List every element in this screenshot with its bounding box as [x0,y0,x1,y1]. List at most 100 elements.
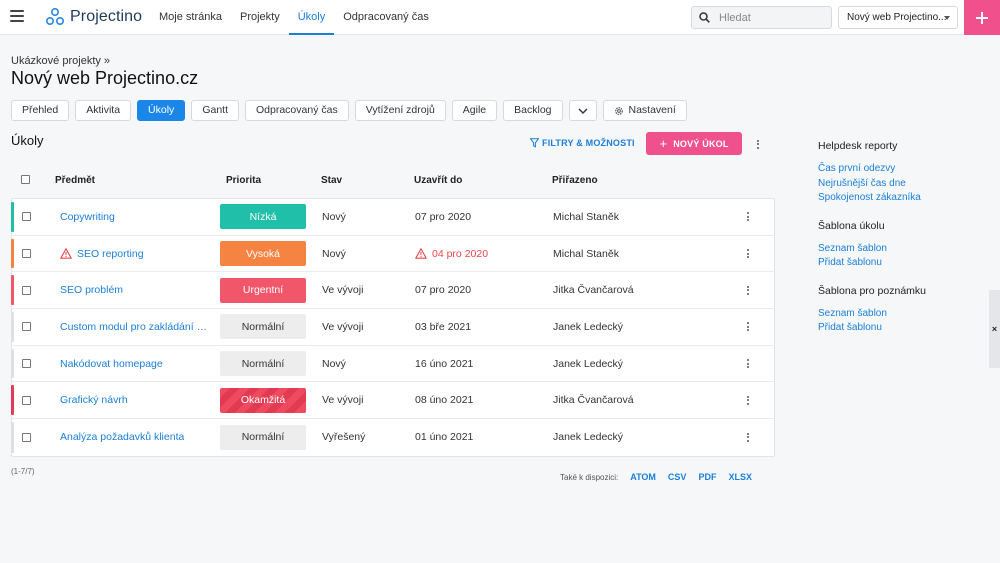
row-more-icon[interactable] [742,199,754,235]
task-link[interactable]: Copywriting [60,199,210,235]
row-checkbox[interactable] [22,272,31,308]
panel-link[interactable]: Přidat šablonu [818,321,978,336]
panel-link[interactable]: Přidat šablonu [818,256,978,271]
tab-7[interactable]: Backlog [503,100,563,121]
search-icon [699,12,710,23]
add-new-button[interactable] [964,0,1000,35]
task-state: Ve vývoji [322,284,364,297]
nav-item-2[interactable]: Úkoly [288,0,335,35]
column-state[interactable]: Stav [321,175,342,186]
task-subject[interactable]: SEO reporting [77,248,144,260]
task-link[interactable]: Nakódovat homepage [60,346,210,382]
panel-group-title: Šablona úkolu [818,219,885,232]
task-link[interactable]: Analýza požadavků klienta [60,419,210,456]
panel-link[interactable]: Spokojenost zákazníka [818,191,978,206]
tab-1[interactable]: Aktivita [75,100,132,121]
tab-5[interactable]: Vytížení zdrojů [354,100,446,121]
row-checkbox[interactable] [22,309,31,345]
row-more-icon[interactable] [742,236,754,272]
due-date-text: 07 pro 2020 [415,284,472,297]
priority-stripe [11,238,14,269]
priority-cell: Normální [220,419,306,456]
task-link[interactable]: Custom modul pro zakládání d... [60,309,210,345]
section-title: Úkoly [11,133,44,148]
task-link[interactable]: Grafický návrh [60,382,210,418]
panel-group-title: Šablona pro poznámku [818,284,926,297]
task-subject[interactable]: Custom modul pro zakládání d... [60,321,210,333]
task-subject[interactable]: Copywriting [60,211,115,223]
row-more-icon[interactable] [742,272,754,308]
export-csv-link[interactable]: CSV [668,472,687,482]
task-subject[interactable]: Nakódovat homepage [60,358,163,370]
tabs-more-button[interactable] [568,100,597,121]
settings-tab[interactable]: Nastavení [602,100,687,121]
task-link[interactable]: SEO problém [60,272,210,308]
chevron-down-icon [578,108,587,114]
priority-stripe [11,275,14,306]
assignee: Janek Ledecký [553,431,624,444]
tab-2[interactable]: Úkoly [137,100,186,121]
column-priority[interactable]: Priorita [226,175,261,186]
warning-icon [415,248,427,259]
assignee: Jitka Čvančarová [553,394,634,407]
row-checkbox[interactable] [22,236,31,272]
assignee: Michal Staněk [553,247,619,260]
row-more-icon[interactable] [742,346,754,382]
due-date-text: 16 úno 2021 [415,357,474,370]
priority-cell: Nízká [220,199,306,235]
panel-link[interactable]: Čas první odezvy [818,162,978,177]
priority-badge: Urgentní [220,277,306,303]
column-subject[interactable]: Předmět [55,175,95,186]
task-state: Nový [322,247,346,260]
column-due[interactable]: Uzavřít do [414,175,462,186]
task-subject[interactable]: SEO problém [60,284,123,296]
tab-4[interactable]: Odpracovaný čas [245,100,349,121]
table-row: Copywriting Nízká Nový 07 pro 2020 Michal St… [11,199,774,236]
task-subject[interactable]: Analýza požadavků klienta [60,431,184,443]
due-date-text: 08 úno 2021 [415,394,474,407]
select-all-checkbox[interactable] [21,175,30,187]
project-select[interactable]: Nový web Projectino... [838,6,958,29]
due-date: 08 úno 2021 [415,382,473,418]
logo[interactable]: Projectino [45,7,142,27]
due-date: 01 úno 2021 [415,419,473,456]
new-task-button[interactable]: + NOVÝ ÚKOL [646,132,742,155]
column-assignee[interactable]: Přiřazeno [552,175,598,186]
settings-label: Nastavení [628,104,676,116]
row-more-icon[interactable] [742,419,754,456]
search-input[interactable] [719,11,819,24]
row-checkbox[interactable] [22,199,31,235]
table-header: Předmět Priorita Stav Uzavřít do Přiřaze… [11,168,775,194]
task-state: Nový [322,210,346,223]
row-more-icon[interactable] [742,382,754,418]
project-select-value: Nový web Projectino... [847,12,947,23]
row-checkbox[interactable] [22,346,31,382]
side-panel-toggle[interactable]: × [989,290,1000,368]
tab-3[interactable]: Gantt [191,100,239,121]
priority-badge: Nízká [220,204,306,230]
task-link[interactable]: SEO reporting [60,236,210,272]
nav-item-0[interactable]: Moje stránka [150,0,231,35]
nav-item-3[interactable]: Odpracovaný čas [334,0,438,35]
panel-link[interactable]: Seznam šablon [818,242,978,257]
breadcrumb[interactable]: Ukázkové projekty » [11,55,110,67]
tab-6[interactable]: Agile [451,100,498,121]
export-pdf-link[interactable]: PDF [698,472,716,482]
panel-link[interactable]: Nejrušnější čas dne [818,177,978,192]
top-bar: Projectino Moje stránka Projekty Úkoly Odpr… [0,0,1000,35]
export-xlsx-link[interactable]: XLSX [728,472,752,482]
menu-icon[interactable] [10,10,24,24]
tab-0[interactable]: Přehled [11,100,70,121]
row-checkbox[interactable] [22,419,31,456]
right-panel: Helpdesk reporty Čas první odezvy Nejrušně… [818,140,978,350]
filters-button[interactable]: FILTRY & MOŽNOSTI [530,138,635,148]
more-options-icon[interactable] [752,136,764,152]
search-box[interactable] [691,6,832,29]
export-atom-link[interactable]: ATOM [630,472,656,482]
new-task-label: NOVÝ ÚKOL [673,138,729,149]
nav-item-1[interactable]: Projekty [231,0,289,35]
row-checkbox[interactable] [22,382,31,418]
panel-link[interactable]: Seznam šablon [818,307,978,322]
task-subject[interactable]: Grafický návrh [60,394,128,406]
row-more-icon[interactable] [742,309,754,345]
